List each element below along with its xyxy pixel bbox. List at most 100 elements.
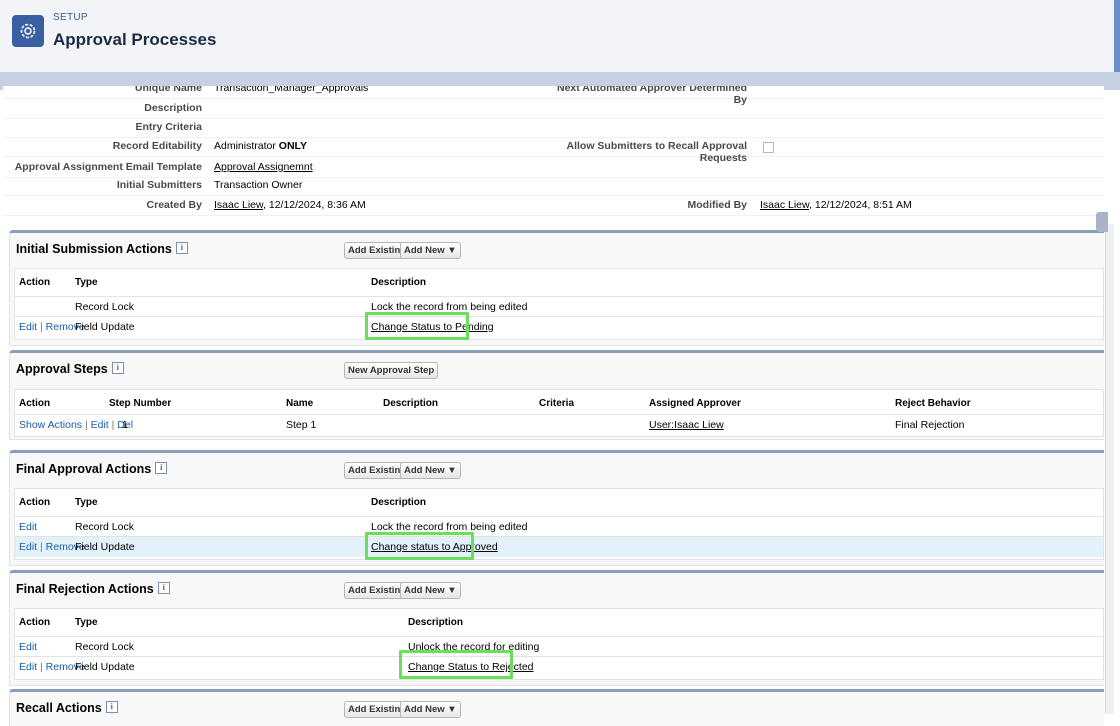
table-row: Edit Record Lock Unlock the record for e… <box>15 636 1103 657</box>
final-rejection-title: Final Rejection Actions i <box>16 582 170 596</box>
page-header: SETUP Approval Processes <box>0 0 1120 73</box>
recall-actions-section: Recall Actions i Add Existing Add New ▼ <box>9 689 1104 726</box>
add-new-label: Add New <box>404 704 445 715</box>
initial-submission-actions-section: Initial Submission Actions i Add Existing… <box>9 230 1104 346</box>
initial-submission-table: Action Type Description Record Lock Lock… <box>14 268 1104 340</box>
description-label: Description <box>144 102 202 114</box>
action-cell: Show Actions | Edit | Del <box>19 419 133 431</box>
info-icon[interactable]: i <box>111 362 124 374</box>
separator: | <box>40 661 43 673</box>
approval-steps-section: Approval Steps i New Approval Step Action… <box>9 350 1104 440</box>
approval-steps-table: Action Step Number Name Description Crit… <box>14 389 1104 437</box>
add-new-button[interactable]: Add New ▼ <box>400 701 461 718</box>
column-header-reject-behavior: Reject Behavior <box>895 398 971 409</box>
add-new-label: Add New <box>404 245 445 256</box>
column-header-action: Action <box>19 497 51 508</box>
column-header-step-number: Step Number <box>109 398 172 409</box>
separator: | <box>111 419 115 431</box>
type-cell: Record Lock <box>75 641 134 653</box>
table-row: Edit | Remove Field Update Change Status… <box>15 316 1103 337</box>
column-header-action: Action <box>19 277 51 288</box>
unique-name-label: Unique Name <box>134 86 202 94</box>
edit-link[interactable]: Edit <box>19 521 37 533</box>
approval-steps-title-text: Approval Steps <box>16 362 108 376</box>
window-edge <box>1114 0 1120 72</box>
approval-steps-title: Approval Steps i <box>16 362 124 376</box>
detail-row-created-modified: Created By Isaac Liew, 12/12/2024, 8:36 … <box>3 196 1104 216</box>
column-header-description: Description <box>371 277 427 288</box>
recall-title-text: Recall Actions <box>16 701 102 715</box>
separator: | <box>40 541 43 553</box>
new-approval-step-button[interactable]: New Approval Step <box>344 362 439 379</box>
email-template-link[interactable]: Approval Assignemnt <box>214 161 313 173</box>
column-header-action: Action <box>19 398 51 409</box>
action-cell: Edit <box>19 521 37 533</box>
allow-recall-checkbox <box>763 142 774 153</box>
add-new-label: Add New <box>404 465 445 476</box>
column-header-assigned-approver: Assigned Approver <box>649 398 741 409</box>
add-new-button[interactable]: Add New ▼ <box>400 582 461 599</box>
entry-criteria-label: Entry Criteria <box>135 121 202 133</box>
edit-link[interactable]: Edit <box>19 321 37 333</box>
highlight-box-approved <box>365 532 474 560</box>
column-header-action: Action <box>19 617 51 628</box>
detail-row-record-editability: Record Editability Administrator ONLY Al… <box>3 137 1104 164</box>
initial-submission-title-text: Initial Submission Actions <box>16 242 172 256</box>
modified-by-user-link[interactable]: Isaac Liew <box>760 199 809 211</box>
modified-by-date: , 12/12/2024, 8:51 AM <box>809 199 912 211</box>
record-editability-value: Administrator ONLY <box>214 140 307 152</box>
column-header-type: Type <box>75 497 98 508</box>
edit-link[interactable]: Edit <box>91 419 109 431</box>
dropdown-arrow-icon: ▼ <box>447 704 457 715</box>
record-editability-label: Record Editability <box>112 140 202 152</box>
recall-title: Recall Actions i <box>16 701 118 715</box>
column-header-type: Type <box>75 617 98 628</box>
initial-submitters-label: Initial Submitters <box>116 179 202 191</box>
page-title: Approval Processes <box>53 30 217 49</box>
detail-row-entry-criteria: Entry Criteria <box>3 118 1104 138</box>
add-new-button[interactable]: Add New ▼ <box>400 242 461 259</box>
detail-row-email-template: Approval Assignment Email Template Appro… <box>3 158 1104 178</box>
edit-link[interactable]: Edit <box>19 541 37 553</box>
setup-label: SETUP <box>53 12 88 23</box>
edit-link[interactable]: Edit <box>19 661 37 673</box>
final-approval-title: Final Approval Actions i <box>16 462 168 476</box>
info-icon[interactable]: i <box>175 242 188 254</box>
final-rejection-table: Action Type Description Edit Record Lock… <box>14 608 1104 680</box>
final-approval-title-text: Final Approval Actions <box>16 462 152 476</box>
detail-row-description: Description <box>3 99 1104 119</box>
info-icon[interactable]: i <box>155 462 168 474</box>
dropdown-arrow-icon: ▼ <box>447 465 457 476</box>
detail-row-initial-submitters: Initial Submitters Transaction Owner <box>3 176 1104 196</box>
action-cell: Edit <box>19 641 37 653</box>
side-panel-handle[interactable] <box>1096 212 1108 232</box>
assigned-approver-link[interactable]: User:Isaac Liew <box>649 419 724 431</box>
column-header-description: Description <box>408 617 464 628</box>
table-row: Edit | Remove Field Update Change status… <box>15 536 1103 557</box>
column-header-criteria: Criteria <box>539 398 575 409</box>
initial-submitters-value: Transaction Owner <box>214 179 303 191</box>
modified-by-value: Isaac Liew, 12/12/2024, 8:51 AM <box>760 199 912 211</box>
info-icon[interactable]: i <box>105 701 118 713</box>
edit-link[interactable]: Edit <box>19 641 37 653</box>
unique-name-value: Transaction_Manager_Approvals <box>214 86 369 94</box>
detail-row-unique-name: Unique Name Transaction_Manager_Approval… <box>3 86 1104 106</box>
column-header-description: Description <box>383 398 439 409</box>
table-row: Edit | Remove Field Update Change Status… <box>15 656 1103 677</box>
add-new-button[interactable]: Add New ▼ <box>400 462 461 479</box>
created-by-user-link[interactable]: Isaac Liew <box>214 199 263 211</box>
table-row: Record Lock Lock the record from being e… <box>15 296 1103 317</box>
table-row: Edit Record Lock Lock the record from be… <box>15 516 1103 537</box>
show-actions-link[interactable]: Show Actions <box>19 419 82 431</box>
separator: | <box>84 419 88 431</box>
highlight-box-pending <box>365 312 469 340</box>
type-cell: Field Update <box>75 661 135 673</box>
initial-submission-title: Initial Submission Actions i <box>16 242 188 256</box>
info-icon[interactable]: i <box>157 582 170 594</box>
add-new-label: Add New <box>404 585 445 596</box>
type-cell: Record Lock <box>75 521 134 533</box>
final-rejection-title-text: Final Rejection Actions <box>16 582 154 596</box>
type-cell: Field Update <box>75 321 135 333</box>
vertical-scrollbar[interactable] <box>1105 224 1114 714</box>
type-cell: Field Update <box>75 541 135 553</box>
